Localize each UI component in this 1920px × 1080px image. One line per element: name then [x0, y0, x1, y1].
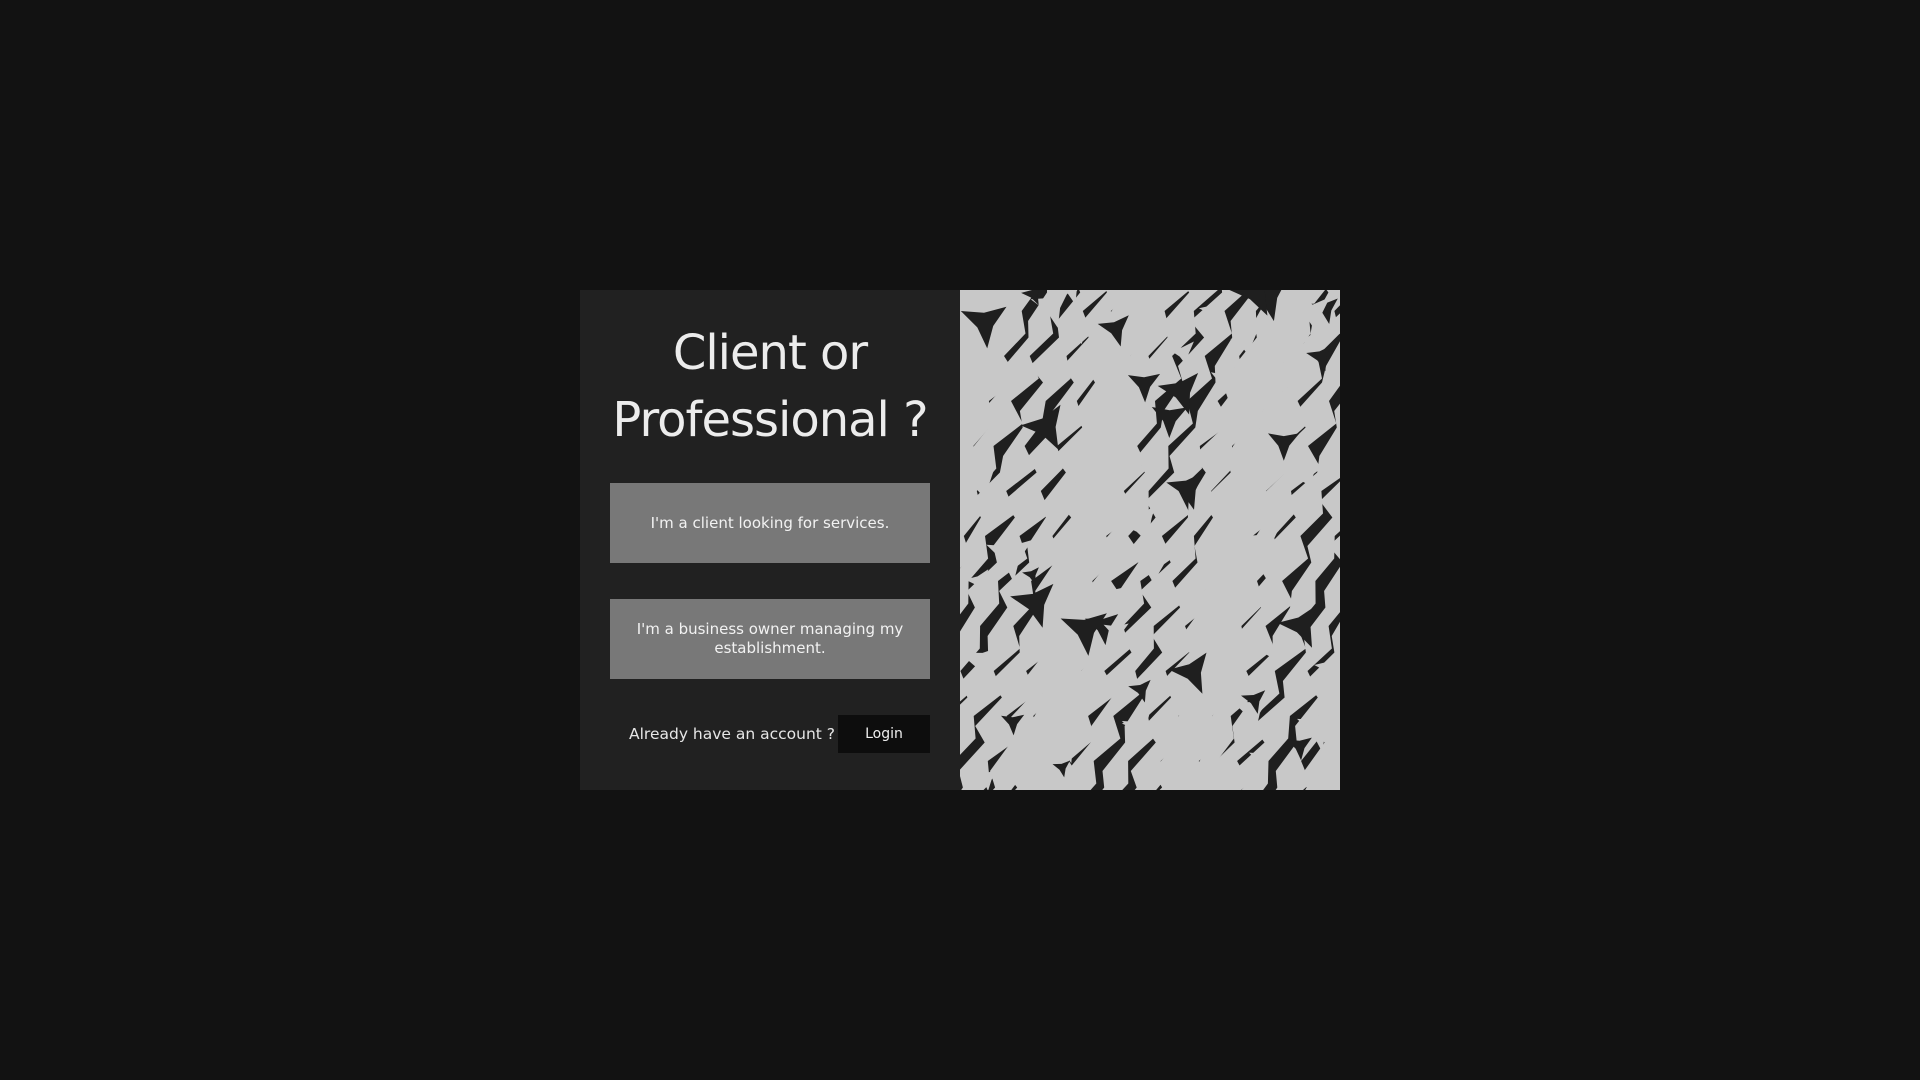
account-prompt-text: Already have an account ? — [629, 725, 836, 743]
role-selection-dialog: Client or Professional ? I'm a client loo… — [580, 290, 1340, 790]
business-owner-role-button[interactable]: I'm a business owner managing my establi… — [610, 599, 930, 679]
role-selection-panel: Client or Professional ? I'm a client loo… — [580, 290, 960, 790]
zigzag-pattern-graphic — [960, 290, 1340, 790]
client-role-button[interactable]: I'm a client looking for services. — [610, 483, 930, 563]
dialog-title-line-1: Client or — [672, 325, 868, 381]
dialog-title-line-2: Professional ? — [612, 392, 928, 448]
login-row: Already have an account ? Login — [610, 715, 930, 753]
decorative-pattern-image — [960, 290, 1340, 790]
login-button[interactable]: Login — [838, 715, 930, 753]
dialog-title: Client or Professional ? — [580, 320, 960, 454]
